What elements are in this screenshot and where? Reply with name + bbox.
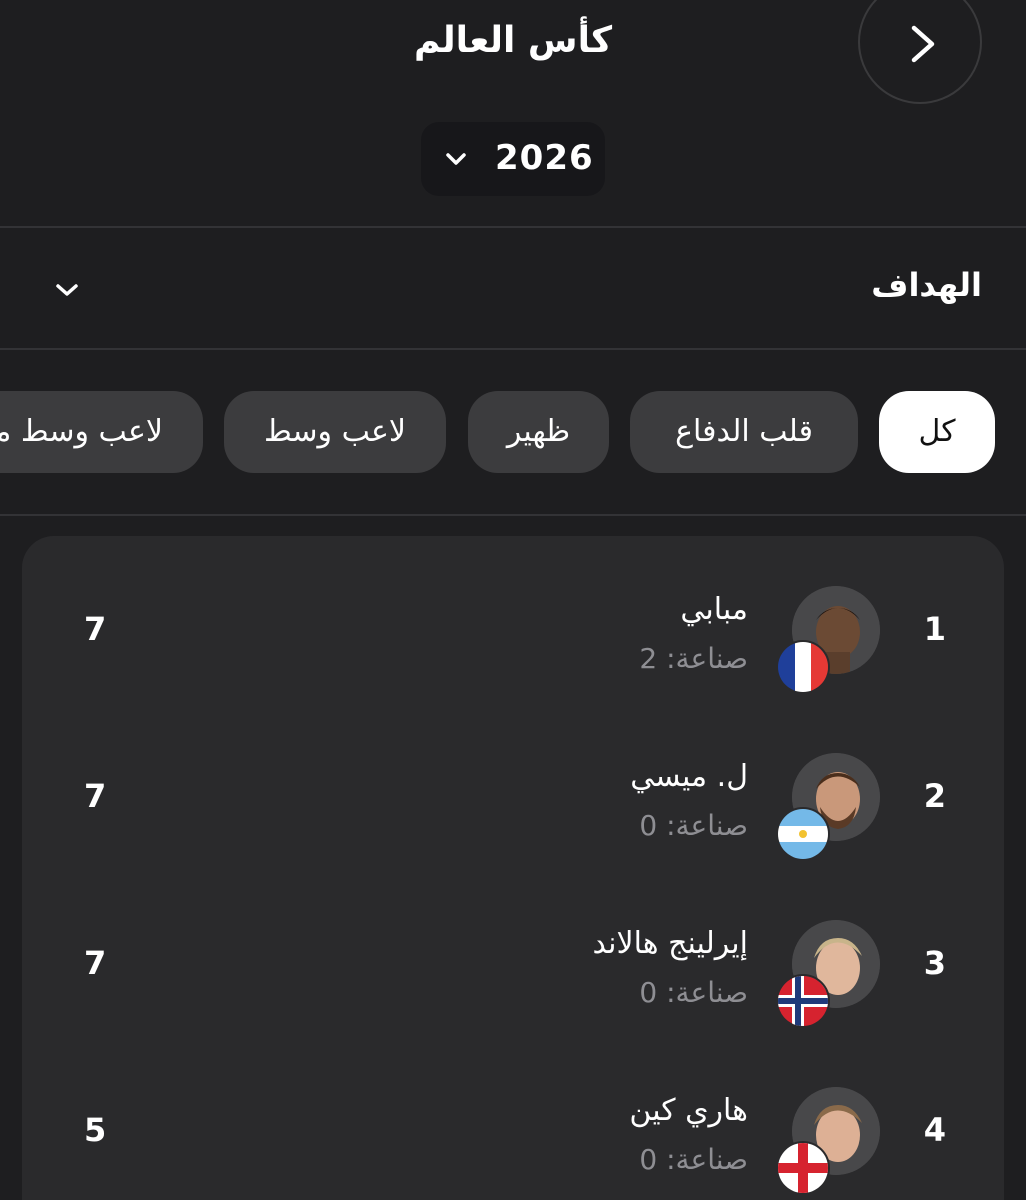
goals-count: 5 bbox=[84, 1111, 107, 1149]
rank-number: 2 bbox=[923, 777, 946, 815]
position-chip-midfielder[interactable]: لاعب وسط bbox=[224, 391, 446, 473]
position-chip-attacking-midfielder[interactable]: لاعب وسط مهاجم bbox=[0, 391, 203, 473]
player-name: مبابي bbox=[680, 592, 748, 627]
rank-number: 1 bbox=[923, 610, 946, 648]
player-name: إيرلينج هالاند bbox=[592, 926, 748, 961]
position-chip-full-back[interactable]: ظهير bbox=[468, 391, 609, 473]
goals-count: 7 bbox=[84, 777, 107, 815]
player-name: هاري كين bbox=[629, 1093, 748, 1128]
list-item[interactable]: 3 إيرلينج هالاند صناعة: 0 7 bbox=[22, 920, 1004, 1060]
rank-number: 3 bbox=[923, 944, 946, 982]
player-assists: صناعة: 2 bbox=[639, 642, 748, 675]
list-item[interactable]: 2 ل. ميسي صناعة: 0 7 bbox=[22, 753, 1004, 893]
france-flag-icon bbox=[776, 640, 830, 694]
player-assists: صناعة: 0 bbox=[639, 809, 748, 842]
position-chip-center-back[interactable]: قلب الدفاع bbox=[630, 391, 858, 473]
divider bbox=[0, 514, 1026, 516]
player-assists: صناعة: 0 bbox=[639, 1143, 748, 1176]
world-cup-top-scorers-screen: كأس العالم 2026 الهداف كل قلب الدفاع ظهي… bbox=[0, 0, 1026, 1200]
list-item[interactable]: 1 مبابي صناعة: 2 7 bbox=[22, 586, 1004, 726]
goals-count: 7 bbox=[84, 610, 107, 648]
player-assists: صناعة: 0 bbox=[639, 976, 748, 1009]
position-chip-all[interactable]: كل bbox=[879, 391, 995, 473]
position-filter-bar: كل قلب الدفاع ظهير لاعب وسط لاعب وسط مها… bbox=[0, 0, 1026, 520]
player-name: ل. ميسي bbox=[630, 759, 748, 794]
argentina-flag-icon bbox=[776, 807, 830, 861]
goals-count: 7 bbox=[84, 944, 107, 982]
list-item[interactable]: 4 هاري كين صناعة: 0 5 bbox=[22, 1087, 1004, 1200]
rank-number: 4 bbox=[923, 1111, 946, 1149]
position-chip-label: لاعب وسط مهاجم bbox=[0, 414, 163, 449]
england-flag-icon bbox=[776, 1141, 830, 1195]
norway-flag-icon bbox=[776, 974, 830, 1028]
scorers-list: 1 مبابي صناعة: 2 7 2 ل. ميسي صناعة: 0 7 … bbox=[22, 536, 1004, 1200]
